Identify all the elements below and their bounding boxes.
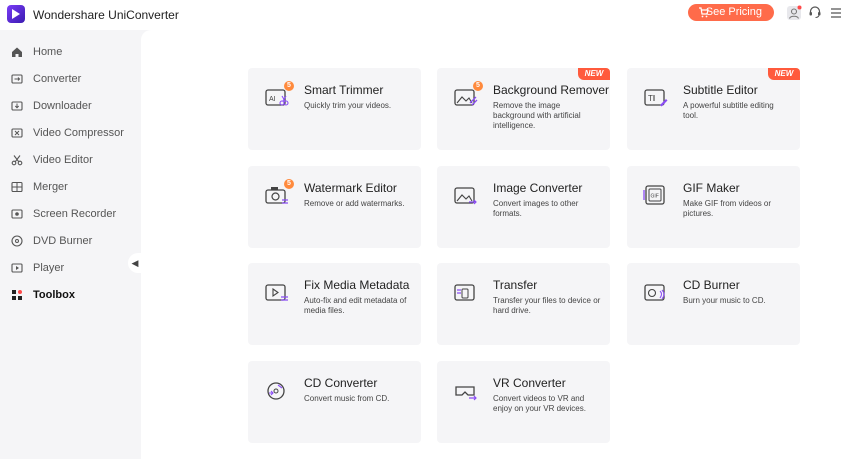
sidebar-item-label: Toolbox <box>33 289 75 301</box>
home-icon <box>12 47 22 57</box>
sidebar-item-label: Video Compressor <box>33 127 124 139</box>
sidebar-item-screen-recorder[interactable]: Screen Recorder <box>0 202 140 226</box>
tool-title: Smart Trimmer <box>304 83 384 97</box>
image-converter-icon <box>454 187 477 205</box>
chevron-left-icon: ◀ <box>131 258 139 268</box>
svg-text:T: T <box>648 94 653 103</box>
sidebar-item-player[interactable]: Player <box>0 256 140 280</box>
tool-title: GIF Maker <box>683 181 740 195</box>
tool-card-cd-burner[interactable]: CD Burner Burn your music to CD. <box>627 263 800 345</box>
see-pricing-button[interactable]: See Pricing <box>688 4 774 21</box>
merger-icon <box>11 181 23 193</box>
converter-icon <box>11 74 23 84</box>
tool-title: Watermark Editor <box>304 181 397 195</box>
downloader-icon <box>11 101 23 111</box>
app-title: Wondershare UniConverter <box>33 8 179 22</box>
tool-card-image-converter[interactable]: Image Converter Convert images to other … <box>437 166 610 248</box>
sidebar-item-label: Screen Recorder <box>33 208 117 220</box>
tool-description: A powerful subtitle editing tool. <box>683 101 774 120</box>
tool-title: Fix Media Metadata <box>304 278 410 292</box>
tool-card-gif-maker[interactable]: GIF GIF Maker Make GIF from videos or pi… <box>627 166 800 248</box>
tool-card-fix-media-metadata[interactable]: Fix Media Metadata Auto-fix and edit met… <box>248 263 421 345</box>
cd-converter-icon <box>267 382 285 400</box>
player-icon <box>11 263 23 273</box>
sidebar-item-toolbox[interactable]: Toolbox <box>0 283 140 307</box>
tool-title: CD Burner <box>683 278 740 292</box>
tool-card-cd-converter[interactable]: CD Converter Convert music from CD. <box>248 361 421 443</box>
new-badge: NEW <box>768 68 800 80</box>
cd-burner-icon <box>644 284 665 301</box>
tool-title: Subtitle Editor <box>683 83 758 97</box>
new-badge: NEW <box>578 68 610 80</box>
sidebar-item-video-compressor[interactable]: Video Compressor <box>0 121 140 145</box>
compressor-icon <box>11 128 23 138</box>
svg-text:GIF: GIF <box>651 194 659 200</box>
sidebar-item-converter[interactable]: Converter <box>0 67 140 91</box>
fix-media-metadata-icon <box>265 284 288 301</box>
support-headset-icon[interactable] <box>808 5 822 19</box>
tool-card-transfer[interactable]: Transfer Transfer your files to device o… <box>437 263 610 345</box>
tool-card-watermark-editor[interactable]: 5 Watermark Editor Remove or add waterma… <box>248 166 421 248</box>
tool-description: Convert videos to VR and enjoy on your V… <box>493 394 586 413</box>
scissors-icon <box>11 155 23 166</box>
subtitle-editor-icon: T <box>644 89 668 107</box>
tool-card-background-remover[interactable]: 5 NEW Background Remover Remove the imag… <box>437 68 610 150</box>
tool-description: Convert images to other formats. <box>493 199 579 218</box>
sidebar-item-downloader[interactable]: Downloader <box>0 94 140 118</box>
sidebar-item-label: Converter <box>33 73 82 85</box>
sidebar: Home Converter Downloader Video Compress… <box>0 38 140 459</box>
app-logo-icon <box>7 5 25 23</box>
badge-5: 5 <box>284 179 294 189</box>
svg-text:AI: AI <box>269 96 276 103</box>
tool-description: Make GIF from videos or pictures. <box>683 199 772 218</box>
badge-5: 5 <box>284 81 294 91</box>
tool-description: Transfer your files to device or hard dr… <box>493 296 601 315</box>
tool-card-vr-converter[interactable]: VR Converter Convert videos to VR and en… <box>437 361 610 443</box>
menu-icon[interactable] <box>830 7 842 19</box>
tool-description: Convert music from CD. <box>304 394 390 403</box>
tool-description: Burn your music to CD. <box>683 296 766 305</box>
sidebar-item-label: Player <box>33 262 65 274</box>
screen-recorder-icon <box>11 209 23 219</box>
badge-5: 5 <box>473 81 483 91</box>
tool-title: VR Converter <box>493 376 566 390</box>
tool-description: Quickly trim your videos. <box>304 101 392 110</box>
account-icon[interactable] <box>786 5 802 21</box>
title-bar: Wondershare UniConverter See Pricing <box>0 0 850 30</box>
sidebar-item-home[interactable]: Home <box>0 40 140 64</box>
tool-title: Image Converter <box>493 181 583 195</box>
sidebar-item-label: Merger <box>33 181 68 193</box>
tool-card-subtitle-editor[interactable]: T NEW Subtitle Editor A powerful subtitl… <box>627 68 800 150</box>
tool-description: Remove or add watermarks. <box>304 199 405 208</box>
collapse-sidebar-button[interactable]: ◀ <box>128 253 142 273</box>
sidebar-item-dvd-burner[interactable]: DVD Burner <box>0 229 140 253</box>
cart-icon <box>699 7 709 18</box>
toolbox-icon <box>12 290 22 300</box>
sidebar-item-label: Home <box>33 46 63 58</box>
sidebar-item-label: DVD Burner <box>33 235 93 247</box>
sidebar-item-label: Downloader <box>33 100 92 112</box>
tool-card-smart-trimmer[interactable]: AI 5 Smart Trimmer Quickly trim your vid… <box>248 68 421 150</box>
transfer-icon <box>454 284 475 301</box>
tool-title: CD Converter <box>304 376 378 390</box>
sidebar-item-merger[interactable]: Merger <box>0 175 140 199</box>
gif-maker-icon: GIF <box>643 185 665 205</box>
see-pricing-label: See Pricing <box>705 6 762 18</box>
vr-converter-icon <box>455 386 477 401</box>
tool-description: Remove the image background with artific… <box>493 101 581 130</box>
tool-description: Auto-fix and edit metadata of media file… <box>304 296 407 315</box>
tool-title: Transfer <box>493 278 538 292</box>
disc-icon <box>11 235 23 247</box>
sidebar-item-video-editor[interactable]: Video Editor <box>0 148 140 172</box>
tool-title: Background Remover <box>493 83 610 97</box>
sidebar-item-label: Video Editor <box>33 154 93 166</box>
toolbox-panel: AI 5 Smart Trimmer Quickly trim your vid… <box>141 30 850 459</box>
